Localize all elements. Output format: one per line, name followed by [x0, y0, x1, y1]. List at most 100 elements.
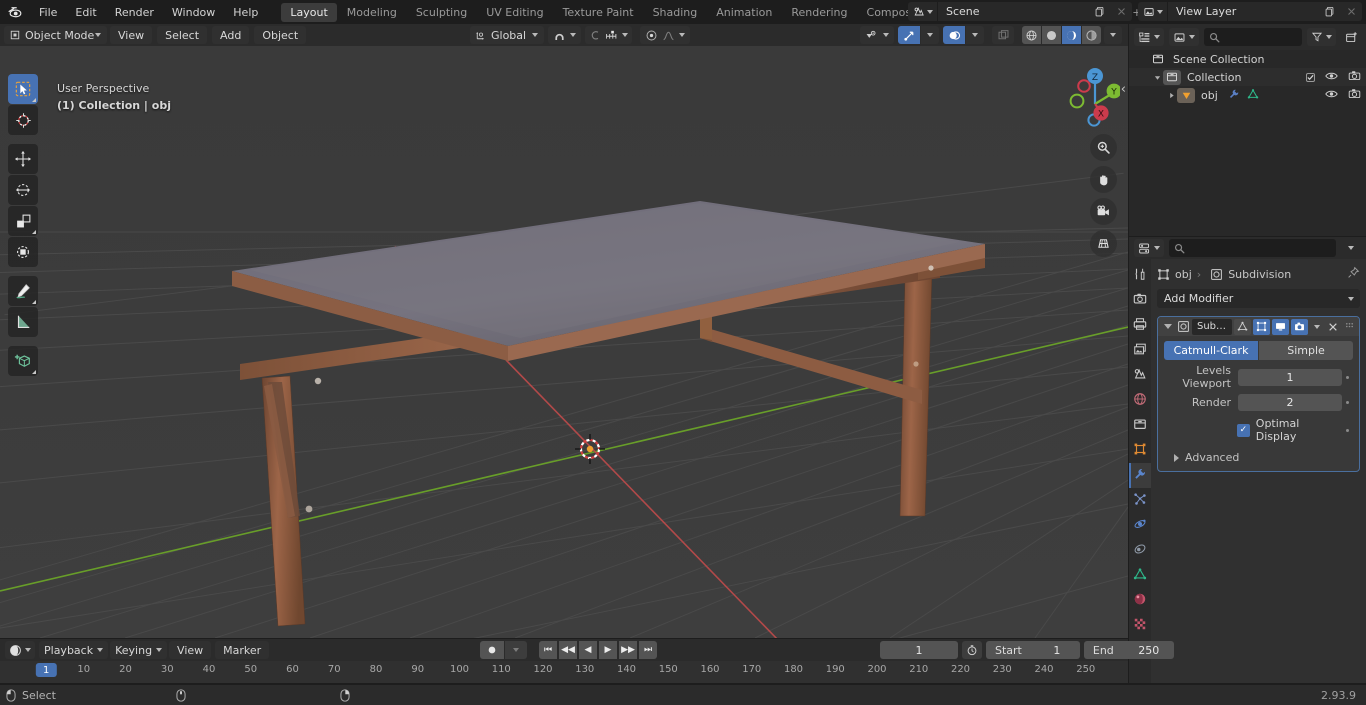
menu-file[interactable]: File: [30, 0, 66, 24]
play-button[interactable]: ▶: [599, 641, 617, 659]
pin-icon[interactable]: [1347, 266, 1360, 282]
viewport-menu-select[interactable]: Select: [157, 26, 208, 44]
workspace-tab-shading[interactable]: Shading: [644, 3, 707, 22]
shading-options-chevron[interactable]: [1104, 26, 1122, 44]
zoom-icon[interactable]: [1090, 134, 1117, 161]
transform-tool[interactable]: [8, 237, 38, 267]
3d-viewport[interactable]: User Perspective (1) Collection | obj Z …: [0, 46, 1128, 638]
cursor-tool[interactable]: [8, 105, 38, 135]
scene-name-field[interactable]: Scene: [938, 2, 1088, 21]
properties-editor[interactable]: obj › Subdivision Add Modifier Sub… Catm…: [1129, 237, 1366, 683]
texture-tab[interactable]: [1129, 613, 1151, 638]
breadcrumb-modifier-name[interactable]: Subdivision: [1228, 268, 1291, 281]
add-cube-tool[interactable]: [8, 346, 38, 376]
object-tab[interactable]: [1129, 438, 1151, 463]
blender-logo-icon[interactable]: [0, 0, 30, 24]
tweak-select-tool[interactable]: [8, 74, 38, 104]
view-layer-tab[interactable]: [1129, 338, 1151, 363]
scene-icon[interactable]: [908, 2, 937, 21]
outliner-row-scene-collection[interactable]: Scene Collection: [1129, 50, 1366, 68]
material-preview-icon[interactable]: [1062, 26, 1081, 44]
modifier-wrench-icon[interactable]: [1228, 88, 1240, 103]
workspace-tab-texture-paint[interactable]: Texture Paint: [554, 3, 643, 22]
render-display-icon[interactable]: [1290, 318, 1308, 335]
breadcrumb-object-name[interactable]: obj: [1175, 268, 1192, 281]
render-camera-icon[interactable]: [1348, 70, 1361, 84]
mesh-data-icon[interactable]: [1247, 88, 1259, 103]
workspace-tab-animation[interactable]: Animation: [707, 3, 781, 22]
menu-edit[interactable]: Edit: [66, 0, 105, 24]
view-layer-name-field[interactable]: View Layer: [1168, 2, 1318, 21]
modifier-name-field[interactable]: Sub…: [1192, 318, 1233, 335]
play-reverse-button[interactable]: ◀: [579, 641, 597, 659]
solid-shading-icon[interactable]: [1042, 26, 1061, 44]
field-value[interactable]: 1: [1238, 368, 1342, 386]
render-tab[interactable]: [1129, 288, 1151, 313]
algorithm-option-catmull-clark[interactable]: Catmull-Clark: [1164, 341, 1258, 360]
viewport-menu-view[interactable]: View: [110, 26, 153, 44]
jump-to-next-keyframe-button[interactable]: ▶▶: [619, 641, 637, 659]
overlays-options-chevron[interactable]: [966, 26, 984, 44]
outliner-filter-icon[interactable]: [1307, 28, 1336, 46]
properties-options-chevron[interactable]: [1341, 239, 1361, 257]
end-frame-value[interactable]: 250: [1123, 641, 1174, 659]
stopwatch-icon[interactable]: [962, 641, 982, 659]
menu-window[interactable]: Window: [163, 0, 224, 24]
physics-tab[interactable]: [1129, 513, 1151, 538]
snap-toggle[interactable]: [548, 26, 581, 44]
measure-tool[interactable]: [8, 307, 38, 337]
workspace-tab-rendering[interactable]: Rendering: [782, 3, 856, 22]
outliner-search-input[interactable]: [1204, 28, 1302, 46]
algorithm-option-simple[interactable]: Simple: [1259, 341, 1353, 360]
field-value[interactable]: 2: [1238, 394, 1342, 411]
world-tab[interactable]: [1129, 388, 1151, 413]
realtime-display-icon[interactable]: [1271, 318, 1289, 335]
timeline-menu-marker[interactable]: Marker: [215, 641, 270, 659]
unlink-scene-icon[interactable]: [1110, 2, 1132, 21]
object-visibility-dropdown[interactable]: [860, 26, 894, 44]
view-layer-icon[interactable]: [1138, 2, 1167, 21]
viewport-menu-add[interactable]: Add: [212, 26, 250, 44]
modifier-tab[interactable]: [1129, 463, 1151, 488]
timeline-playhead[interactable]: 1: [35, 663, 57, 677]
jump-to-end-button[interactable]: ⏭: [639, 641, 657, 659]
modifier-delete-icon[interactable]: [1326, 319, 1341, 335]
workspace-tab-uv-editing[interactable]: UV Editing: [477, 3, 552, 22]
jump-to-prev-keyframe-button[interactable]: ◀◀: [559, 641, 577, 659]
snap-settings-group[interactable]: [585, 26, 632, 44]
timeline-menu-view[interactable]: View: [169, 641, 212, 659]
annotate-tool[interactable]: [8, 276, 38, 306]
new-view-layer-icon[interactable]: [1318, 2, 1340, 21]
expand-chevron-icon[interactable]: [1165, 92, 1177, 99]
xray-toggle-icon[interactable]: [992, 26, 1014, 44]
rendered-shading-icon[interactable]: [1082, 26, 1101, 44]
add-modifier-button[interactable]: Add Modifier: [1157, 289, 1360, 308]
edit-mode-display-icon[interactable]: [1252, 318, 1270, 335]
outliner-editor[interactable]: Scene Collection Collection obj: [1129, 24, 1366, 236]
workspace-tab-modeling[interactable]: Modeling: [338, 3, 406, 22]
animate-property-dot[interactable]: [1342, 401, 1353, 404]
advanced-section-toggle[interactable]: Advanced: [1164, 451, 1353, 464]
navigation-gizmo[interactable]: Z Y X: [1050, 58, 1122, 131]
start-frame-value[interactable]: 1: [1033, 641, 1080, 659]
outliner-row-obj[interactable]: obj: [1129, 86, 1366, 104]
toggle-perspective-icon[interactable]: [1090, 230, 1117, 257]
gizmo-options-chevron[interactable]: [921, 26, 939, 44]
gizmo-icon[interactable]: [898, 26, 920, 44]
scale-tool[interactable]: [8, 206, 38, 236]
auto-keying-options-chevron[interactable]: [505, 641, 527, 659]
visibility-eye-icon[interactable]: [1325, 89, 1338, 102]
scene-selector[interactable]: Scene: [908, 2, 1132, 21]
pan-hand-icon[interactable]: [1090, 166, 1117, 193]
new-scene-icon[interactable]: [1088, 2, 1110, 21]
remove-view-layer-icon[interactable]: [1340, 2, 1362, 21]
expand-chevron-icon[interactable]: [1151, 74, 1163, 81]
object-mode-dropdown[interactable]: Object Mode: [4, 26, 107, 44]
on-cage-icon[interactable]: [1234, 318, 1251, 335]
tool-tab[interactable]: [1129, 263, 1151, 288]
timeline-ruler[interactable]: 10 20 30 40 50 60 70 80 90 100 110 120 130 140 150 160 1…: [0, 661, 1128, 683]
optimal-display-checkbox[interactable]: ✓: [1236, 423, 1250, 437]
constraints-tab[interactable]: [1129, 538, 1151, 563]
editor-type-timeline-icon[interactable]: [5, 641, 35, 659]
output-tab[interactable]: [1129, 313, 1151, 338]
